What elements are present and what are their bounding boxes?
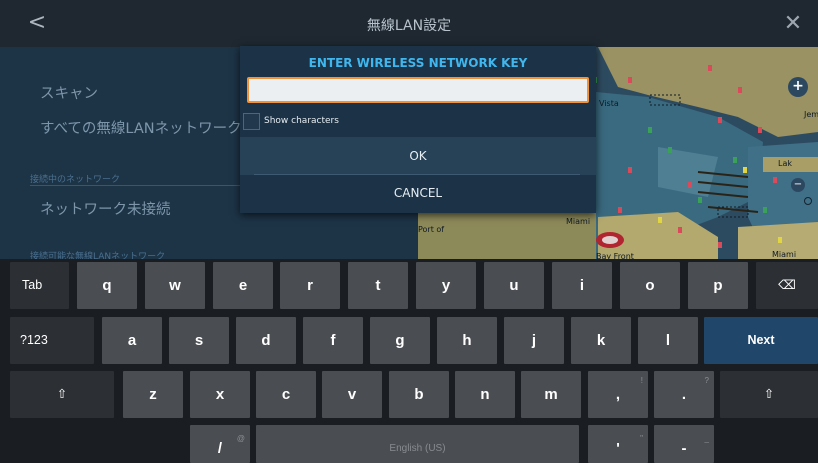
key-s[interactable]: s bbox=[169, 317, 229, 364]
all-networks-item[interactable]: すべての無線LANネットワークを bbox=[40, 117, 256, 138]
key-a[interactable]: a bbox=[102, 317, 162, 364]
key-u[interactable]: u bbox=[484, 262, 544, 309]
cancel-button[interactable]: CANCEL bbox=[240, 175, 596, 213]
key-slash[interactable]: / @ bbox=[190, 425, 250, 463]
slash-label: / bbox=[217, 440, 223, 457]
next-button[interactable]: Next bbox=[704, 317, 818, 364]
scan-item[interactable]: スキャン bbox=[40, 82, 98, 103]
key-t[interactable]: t bbox=[348, 262, 408, 309]
key-x[interactable]: x bbox=[190, 371, 250, 418]
period-hint: ? bbox=[704, 376, 709, 385]
key-r[interactable]: r bbox=[280, 262, 340, 309]
ok-button[interactable]: OK bbox=[240, 137, 596, 175]
key-l[interactable]: l bbox=[638, 317, 698, 364]
slash-hint: @ bbox=[236, 434, 245, 443]
shift-right-icon[interactable]: ⇧ bbox=[720, 371, 818, 418]
key-j[interactable]: j bbox=[504, 317, 564, 364]
page-title: 無線LAN設定 bbox=[366, 18, 452, 34]
zoom-out-button[interactable]: − bbox=[791, 178, 805, 192]
comma-label: , bbox=[615, 386, 621, 403]
key-k[interactable]: k bbox=[571, 317, 631, 364]
key-h[interactable]: h bbox=[437, 317, 497, 364]
shift-icon[interactable]: ⇧ bbox=[10, 371, 114, 418]
key-dash[interactable]: - _ bbox=[654, 425, 714, 463]
key-y[interactable]: y bbox=[416, 262, 476, 309]
key-o[interactable]: o bbox=[620, 262, 680, 309]
period-label: . bbox=[681, 386, 687, 403]
apostrophe-label: ' bbox=[616, 440, 620, 457]
key-g[interactable]: g bbox=[370, 317, 430, 364]
key-comma[interactable]: , ! bbox=[588, 371, 648, 418]
show-characters-label: Show characters bbox=[264, 116, 339, 126]
map-label-port-of: Port of bbox=[418, 225, 445, 234]
key-b[interactable]: b bbox=[389, 371, 449, 418]
space-bar[interactable]: English (US) bbox=[256, 425, 579, 463]
title-bar: < 無線LAN設定 ✕ bbox=[0, 0, 818, 47]
map-label-jem: Jem bbox=[804, 110, 818, 119]
key-d[interactable]: d bbox=[236, 317, 296, 364]
key-tab[interactable]: Tab bbox=[10, 262, 69, 309]
network-key-dialog: ENTER WIRELESS NETWORK KEY Show characte… bbox=[240, 46, 596, 213]
dash-label: - bbox=[681, 440, 687, 457]
key-period[interactable]: . ? bbox=[654, 371, 714, 418]
map-label-vista: Vista bbox=[599, 99, 619, 108]
comma-hint: ! bbox=[640, 376, 643, 385]
key-z[interactable]: z bbox=[123, 371, 183, 418]
key-e[interactable]: e bbox=[213, 262, 273, 309]
map-label-lak: Lak bbox=[778, 159, 792, 168]
key-v[interactable]: v bbox=[322, 371, 382, 418]
not-connected-item: ネットワーク未接続 bbox=[40, 202, 171, 218]
target-icon[interactable] bbox=[804, 197, 812, 205]
dash-hint: _ bbox=[704, 434, 709, 443]
key-symbols[interactable]: ?123 bbox=[10, 317, 94, 364]
on-screen-keyboard: Tab q w e r t y u i o p ⌫ ?123 a s d f g… bbox=[0, 259, 818, 463]
zoom-in-button[interactable]: + bbox=[788, 77, 808, 97]
key-apostrophe[interactable]: ' " bbox=[588, 425, 648, 463]
key-q[interactable]: q bbox=[77, 262, 137, 309]
dialog-title: ENTER WIRELESS NETWORK KEY bbox=[308, 56, 528, 70]
network-key-input[interactable] bbox=[247, 77, 589, 103]
close-icon[interactable]: ✕ bbox=[778, 9, 808, 39]
connected-network-header: 接続中のネットワーク bbox=[30, 175, 121, 185]
key-c[interactable]: c bbox=[256, 371, 316, 418]
key-f[interactable]: f bbox=[303, 317, 363, 364]
apostrophe-hint: " bbox=[640, 434, 643, 443]
map-label-miami: Miami bbox=[566, 217, 591, 226]
key-p[interactable]: p bbox=[688, 262, 748, 309]
show-characters-checkbox[interactable] bbox=[243, 113, 260, 130]
section-divider bbox=[30, 185, 240, 186]
key-m[interactable]: m bbox=[521, 371, 581, 418]
key-n[interactable]: n bbox=[455, 371, 515, 418]
key-w[interactable]: w bbox=[145, 262, 205, 309]
key-i[interactable]: i bbox=[552, 262, 612, 309]
backspace-icon[interactable]: ⌫ bbox=[756, 262, 818, 309]
